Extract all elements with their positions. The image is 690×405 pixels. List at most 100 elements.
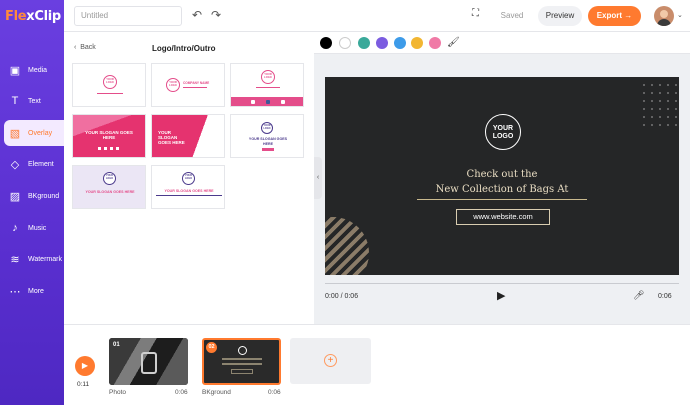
color-swatch-black[interactable] xyxy=(320,37,332,49)
logo-placeholder: YOUR LOGO xyxy=(485,114,521,150)
template-slogan-text: YOUR SLOGAN GOES HERE xyxy=(85,190,135,194)
undo-icon[interactable]: ↶ xyxy=(192,8,202,22)
sidebar-item-element[interactable]: ◇ Element xyxy=(0,151,64,177)
media-icon: ▣ xyxy=(9,64,21,77)
clip-label: BKground xyxy=(202,389,231,396)
project-title-input[interactable]: Untitled xyxy=(74,6,182,26)
scene-clip-bkground[interactable]: 02 xyxy=(202,338,281,385)
top-bar: Untitled ↶ ↷ ⛶ Saved Preview Export → ⌄ xyxy=(64,0,690,32)
scene-timeline: ▶ 0:11 01 ▶ 02 + Photo 0:06 BKground 0:0… xyxy=(64,324,690,405)
color-swatch-teal[interactable] xyxy=(358,37,370,49)
template-slogan-text: YOUR SLOGAN GOES HERE xyxy=(164,189,214,193)
headline-text: Check out the New Collection of Bags At xyxy=(415,167,589,197)
decorative-dot xyxy=(675,116,677,118)
logo-line2: LOGO xyxy=(492,133,514,140)
sidebar-item-text[interactable]: T Text xyxy=(0,88,64,114)
decorative-dot xyxy=(667,116,669,118)
template-logo-text: YOUR LOGO xyxy=(105,174,114,180)
website-text: www.website.com xyxy=(456,209,550,225)
sidebar-item-watermark[interactable]: ≋ Watermark xyxy=(0,246,64,272)
color-swatch-white[interactable] xyxy=(339,37,351,49)
decorative-dot xyxy=(643,108,645,110)
background-icon: ▨ xyxy=(9,190,21,203)
decorative-dot xyxy=(667,124,669,126)
saved-button[interactable]: Saved xyxy=(494,7,530,25)
total-time: 0:11 xyxy=(77,381,90,388)
paint-bucket-icon[interactable]: 🖌︎ xyxy=(447,37,460,48)
template-thumbnail[interactable]: YOUR LOGO YOUR SLOGAN GOES HERE xyxy=(230,114,304,158)
color-swatch-yellow[interactable] xyxy=(411,37,423,49)
back-label: Back xyxy=(80,44,96,51)
playback-scrubber[interactable] xyxy=(325,283,679,284)
scene-clip-photo[interactable]: 01 xyxy=(109,338,188,385)
sidebar: FlexClip ▣ Media T Text ▧ Overlay ◇ Elem… xyxy=(0,0,64,405)
decorative-dot xyxy=(659,84,661,86)
template-thumbnail[interactable]: YOUR SLOGAN GOES HERE xyxy=(72,114,146,158)
template-thumbnail[interactable]: YOUR LOGO COMPANY NAME xyxy=(151,63,225,107)
export-button[interactable]: Export → xyxy=(588,6,641,26)
play-all-button[interactable]: ▶ xyxy=(75,356,95,376)
sidebar-item-label: Media xyxy=(28,66,48,74)
decorative-dot xyxy=(651,124,653,126)
sidebar-item-label: Music xyxy=(28,224,47,232)
template-thumbnail[interactable]: YOUR LOGO xyxy=(72,63,146,107)
overlay-icon: ▧ xyxy=(9,127,21,140)
sidebar-item-label: BKground xyxy=(28,192,60,200)
sidebar-item-bkground[interactable]: ▨ BKground xyxy=(0,183,64,209)
preview-canvas[interactable]: YOUR LOGO Check out the New Collection o… xyxy=(325,77,679,275)
sidebar-item-media[interactable]: ▣ Media xyxy=(0,57,64,83)
sidebar-item-overlay[interactable]: ▧ Overlay xyxy=(4,120,64,146)
clip-duration: 0:06 xyxy=(268,389,281,396)
decorative-dot xyxy=(659,92,661,94)
microphone-icon[interactable]: 🎤︎ xyxy=(633,290,644,301)
logo-text: xClip xyxy=(26,9,61,24)
fullscreen-icon[interactable]: ⛶ xyxy=(472,8,479,19)
play-icon[interactable]: ▶ xyxy=(497,289,505,302)
decorative-dot xyxy=(643,84,645,86)
redo-icon[interactable]: ↷ xyxy=(211,8,221,22)
clip-label: Photo xyxy=(109,389,126,396)
color-swatch-blue[interactable] xyxy=(394,37,406,49)
decorative-dot xyxy=(667,92,669,94)
current-time: 0:00 / 0:06 xyxy=(325,293,359,300)
headline-line1: Check out the xyxy=(466,169,538,180)
template-logo-text: YOUR LOGO xyxy=(264,73,272,79)
template-panel: ‹ Back Logo/Intro/Outro YOUR LOGO YOUR L… xyxy=(64,32,314,324)
decorative-dot xyxy=(659,116,661,118)
decorative-dot xyxy=(651,116,653,118)
avatar[interactable] xyxy=(654,6,674,26)
template-thumbnail[interactable]: YOUR LOGO YOUR SLOGAN GOES HERE xyxy=(72,165,146,209)
sidebar-item-label: Element xyxy=(28,160,54,168)
preview-button[interactable]: Preview xyxy=(538,6,582,26)
sidebar-item-more[interactable]: ⋯ More xyxy=(0,278,64,304)
template-slogan-text: YOUR SLOGAN GOES HERE xyxy=(158,130,185,145)
more-icon: ⋯ xyxy=(9,285,21,298)
decorative-dot xyxy=(675,108,677,110)
template-thumbnail[interactable]: YOUR LOGO xyxy=(230,63,304,107)
panel-title: Logo/Intro/Outro xyxy=(152,44,216,53)
decorative-dot xyxy=(643,92,645,94)
app-window: FlexClip ▣ Media T Text ▧ Overlay ◇ Elem… xyxy=(0,0,690,405)
template-thumbnail[interactable]: YOUR LOGO YOUR SLOGAN GOES HERE xyxy=(151,165,225,209)
sidebar-item-label: Overlay xyxy=(28,129,53,137)
color-swatch-purple[interactable] xyxy=(376,37,388,49)
logo-mark: Fle xyxy=(5,9,27,24)
template-logo-text: YOUR LOGO xyxy=(184,174,193,180)
divider-line xyxy=(417,199,587,200)
element-icon: ◇ xyxy=(10,158,20,171)
music-icon: ♪ xyxy=(12,222,18,234)
back-button[interactable]: ‹ Back xyxy=(74,44,96,51)
template-slogan-text: YOUR SLOGAN GOES HERE xyxy=(85,130,133,140)
chevron-left-icon: ‹ xyxy=(316,174,320,181)
decorative-dot xyxy=(659,108,661,110)
text-icon: T xyxy=(11,95,19,107)
chevron-down-icon[interactable]: ⌄ xyxy=(677,11,683,19)
template-logo-text: YOUR LOGO xyxy=(263,124,271,130)
add-scene-button[interactable]: + xyxy=(290,338,371,384)
decorative-stripes xyxy=(325,217,369,275)
sidebar-item-music[interactable]: ♪ Music xyxy=(0,215,64,241)
decorative-dot xyxy=(675,84,677,86)
collapse-panel-button[interactable]: ‹ xyxy=(314,157,322,199)
template-thumbnail[interactable]: YOUR SLOGAN GOES HERE xyxy=(151,114,225,158)
color-swatch-pink[interactable] xyxy=(429,37,441,49)
